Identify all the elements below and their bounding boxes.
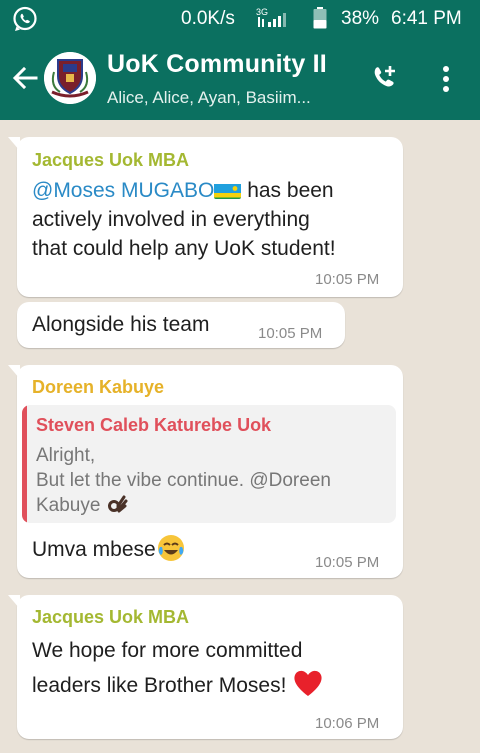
tears-of-joy-emoji [157,535,184,561]
signal-icon: 3G [256,7,286,27]
battery-icon [313,7,327,29]
status-bar: 0.0K/s 3G 38% 6:41 PM [0,0,480,38]
group-title[interactable]: UoK Community II [107,50,327,79]
message-text: @Moses MUGABO has been actively involved… [32,176,336,263]
quoted-line: But let the vibe continue. @Doreen [36,470,331,491]
timestamp: 10:05 PM [315,271,380,288]
more-vert-icon[interactable] [436,64,456,94]
timestamp: 10:05 PM [315,554,380,571]
timestamp: 10:06 PM [315,715,380,732]
message-line: We hope for more committed [32,639,303,662]
message-line: leaders like Brother Moses! [32,668,324,703]
timestamp: 10:05 PM [258,325,323,342]
quoted-message[interactable]: Steven Caleb Katurebe Uok Alright, But l… [22,405,396,523]
message-line: that could help any UoK student! [32,237,336,260]
chat-header: UoK Community II Alice, Alice, Ayan, Bas… [0,38,480,120]
message-line: @Moses MUGABO has been [32,176,336,205]
battery-percent: 38% [341,8,380,29]
message-bubble[interactable]: Jacques Uok MBA @Moses MUGABO has been a… [8,137,403,297]
arrow-left-icon[interactable] [10,63,40,93]
message-text-part: leaders like Brother Moses! [32,674,287,697]
message-list[interactable]: Jacques Uok MBA @Moses MUGABO has been a… [0,120,480,753]
quoted-line: Alright, [36,445,96,466]
quoted-line: Kabuye [36,493,331,518]
sender-name[interactable]: Jacques Uok MBA [32,150,189,171]
sender-name[interactable]: Doreen Kabuye [32,377,164,398]
message-bubble[interactable]: Alongside his team 10:05 PM [17,302,345,348]
red-heart-emoji [294,670,322,696]
network-speed: 0.0K/s [181,8,235,29]
message-text-part: Umva mbese [32,538,156,561]
sender-name[interactable]: Jacques Uok MBA [32,607,189,628]
whatsapp-icon [13,6,37,31]
quoted-text-part: Kabuye [36,495,101,516]
group-members[interactable]: Alice, Alice, Ayan, Basiim... [107,88,311,108]
message-bubble[interactable]: Doreen Kabuye Steven Caleb Katurebe Uok … [8,365,403,578]
message-text-part: has been [241,179,334,202]
svg-text:3G: 3G [256,7,268,17]
group-avatar[interactable] [44,52,96,104]
quote-bar [22,405,27,523]
message-bubble[interactable]: Jacques Uok MBA We hope for more committ… [8,595,403,739]
quoted-sender: Steven Caleb Katurebe Uok [36,415,272,435]
message-text: Umva mbese [32,533,186,564]
rwanda-flag-emoji [214,181,242,199]
message-text: Alongside his team [32,313,210,336]
clock: 6:41 PM [391,8,462,29]
university-logo [44,52,96,104]
message-text: We hope for more committed leaders like … [32,633,324,703]
mention-link[interactable]: @Moses MUGABO [32,179,214,202]
ok-hand-emoji [107,495,128,513]
add-call-icon[interactable] [368,62,400,94]
quoted-text: Alright, But let the vibe continue. @Dor… [36,443,331,518]
message-line: actively involved in everything [32,208,310,231]
